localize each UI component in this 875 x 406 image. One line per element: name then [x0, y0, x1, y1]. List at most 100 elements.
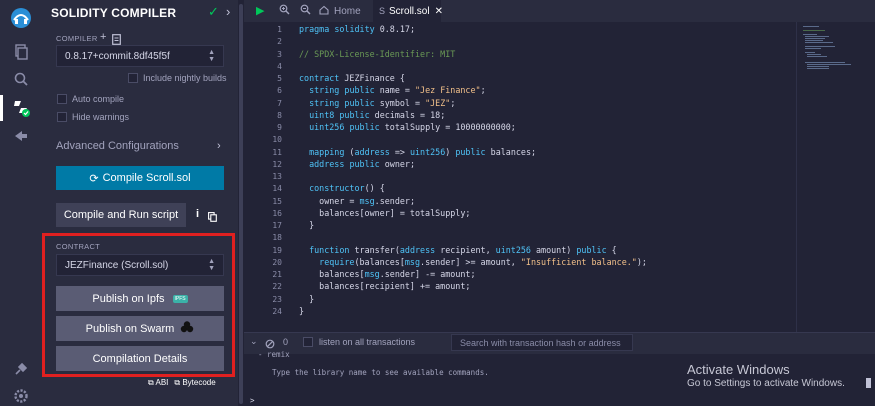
line-number: 14 — [272, 184, 282, 194]
transaction-search-input[interactable]: Search with transaction hash or address — [451, 334, 633, 351]
panel-toggle-chevron-icon[interactable]: › — [226, 4, 230, 19]
compiler-version-value: 0.8.17+commit.8df45f5f — [65, 50, 170, 62]
tab-home[interactable]: Home — [319, 0, 361, 22]
include-nightly-label: Include nightly builds — [143, 73, 227, 83]
code-line[interactable]: mapping (address => uint256) public bala… — [299, 147, 536, 157]
settings-gear-icon[interactable] — [11, 386, 31, 406]
publish-swarm-button[interactable]: Publish on Swarm — [56, 316, 224, 341]
zoom-in-icon[interactable] — [279, 4, 290, 18]
compilation-details-button[interactable]: Compilation Details — [56, 346, 224, 371]
listen-all-checkbox[interactable] — [303, 337, 313, 347]
publish-ipfs-button[interactable]: Publish on Ipfs IPFS — [56, 286, 224, 311]
minimap[interactable] — [796, 22, 866, 332]
close-tab-icon[interactable]: ✕ — [435, 6, 443, 17]
line-number: 5 — [277, 74, 282, 83]
line-number: 13 — [272, 172, 282, 181]
code-line[interactable]: string public name = "Jez Finance"; — [299, 85, 486, 95]
terminal-prompt[interactable]: > — [250, 396, 255, 405]
terminal-scrollbar[interactable] — [866, 378, 871, 388]
code-line[interactable]: string public symbol = "JEZ"; — [299, 98, 455, 108]
file-icon: S — [379, 6, 386, 16]
compiler-version-select[interactable]: 0.8.17+commit.8df45f5f ▲ ▼ — [56, 45, 224, 67]
line-number: 21 — [272, 270, 282, 279]
abi-copy-link[interactable]: ⧉ ABI — [148, 378, 168, 388]
code-line[interactable]: uint8 public decimals = 18; — [299, 110, 445, 120]
plugin-manager-icon[interactable] — [11, 359, 31, 379]
editor-scrollbar[interactable] — [866, 22, 875, 332]
publish-swarm-label: Publish on Swarm — [85, 322, 175, 335]
compiler-label: COMPILER — [56, 34, 98, 43]
pending-tx-count: 0 — [283, 337, 289, 347]
collapse-terminal-icon[interactable]: ⌄ — [250, 336, 258, 347]
add-compiler-icon[interactable]: + — [100, 31, 106, 43]
windows-activation-subtitle: Go to Settings to activate Windows. — [687, 378, 845, 389]
line-number: 18 — [272, 233, 282, 243]
line-number: 10 — [272, 135, 282, 145]
zoom-out-icon[interactable] — [300, 4, 311, 18]
code-line[interactable]: balances[msg.sender] -= amount; — [299, 269, 475, 279]
code-line[interactable]: } — [299, 294, 314, 304]
auto-compile-label: Auto compile — [72, 94, 125, 104]
code-line[interactable]: address public owner; — [299, 159, 415, 169]
code-line[interactable]: function transfer(address recipient, uin… — [299, 245, 617, 255]
code-line[interactable]: balances[recipient] += amount; — [299, 281, 470, 291]
line-number: 6 — [277, 86, 282, 96]
code-line[interactable]: owner = msg.sender; — [299, 196, 415, 206]
ipfs-badge-icon: IPFS — [172, 294, 188, 303]
run-play-icon[interactable]: ▶ — [256, 4, 264, 17]
line-number: 16 — [272, 208, 282, 218]
export-links: ⧉ ABI ⧉ Bytecode — [148, 378, 216, 388]
code-line[interactable]: pragma solidity 0.8.17; — [299, 24, 415, 34]
search-icon[interactable] — [11, 69, 31, 89]
tab-active-label: Scroll.sol — [389, 5, 430, 17]
info-icon[interactable]: i — [196, 208, 199, 220]
line-number: 2 — [277, 37, 282, 47]
terminal-line: Type the library name to see available c… — [272, 368, 489, 377]
bytecode-copy-link[interactable]: ⧉ Bytecode — [174, 378, 215, 388]
line-number: 7 — [277, 98, 282, 108]
code-line[interactable]: } — [299, 306, 304, 316]
line-number: 24 — [272, 306, 282, 316]
compile-success-check-icon: ✓ — [208, 4, 219, 19]
terminal-line: - remix — [258, 350, 290, 359]
select-caret-icon: ▲ ▼ — [208, 49, 215, 63]
line-number: 22 — [272, 282, 282, 292]
line-number: 23 — [272, 294, 282, 304]
compile-run-label: Compile and Run script — [63, 209, 179, 221]
line-number: 3 — [277, 49, 282, 59]
swarm-icon — [180, 321, 194, 336]
auto-compile-checkbox[interactable] — [57, 94, 67, 104]
line-number: 9 — [277, 123, 282, 132]
code-line[interactable]: balances[owner] = totalSupply; — [299, 208, 470, 218]
code-line[interactable]: uint256 public totalSupply = 10000000000… — [299, 122, 516, 132]
icon-rail — [0, 0, 42, 406]
code-line[interactable]: } — [299, 220, 314, 230]
refresh-icon: ⟳ — [89, 172, 99, 185]
hide-warnings-label: Hide warnings — [72, 112, 130, 122]
advanced-config-toggle[interactable]: Advanced Configurations — [56, 140, 179, 152]
advanced-chevron-icon[interactable]: › — [217, 140, 221, 152]
code-line[interactable]: constructor() { — [299, 183, 385, 193]
compilation-details-label: Compilation Details — [92, 352, 188, 365]
code-line[interactable]: require(balances[msg.sender] >= amount, … — [299, 257, 647, 267]
hide-warnings-checkbox[interactable] — [57, 112, 67, 122]
include-nightly-checkbox[interactable] — [128, 73, 138, 83]
deploy-run-icon[interactable] — [11, 126, 31, 146]
code-line[interactable]: contract JEZFinance { — [299, 73, 405, 83]
file-explorer-icon[interactable] — [11, 42, 31, 62]
compile-run-script-button[interactable]: Compile and Run script — [56, 203, 186, 227]
select-caret-icon: ▲ ▼ — [208, 258, 215, 272]
tab-scroll-sol[interactable]: S Scroll.sol ✕ — [373, 0, 443, 22]
line-number: 4 — [277, 61, 282, 71]
line-number: 8 — [277, 110, 282, 120]
line-number: 17 — [272, 221, 282, 230]
panel-title: SOLIDITY COMPILER — [51, 6, 177, 20]
line-number: 20 — [272, 257, 282, 267]
compile-button[interactable]: ⟳ Compile Scroll.sol — [56, 166, 224, 190]
copy-icon[interactable] — [208, 209, 217, 227]
contract-select[interactable]: JEZFinance (Scroll.sol) ▲ ▼ — [56, 254, 224, 276]
line-number: 19 — [272, 245, 282, 255]
code-line[interactable]: // SPDX-License-Identifier: MIT — [299, 49, 455, 59]
solidity-compiler-icon[interactable] — [11, 98, 31, 118]
remix-logo-icon[interactable] — [9, 6, 33, 30]
